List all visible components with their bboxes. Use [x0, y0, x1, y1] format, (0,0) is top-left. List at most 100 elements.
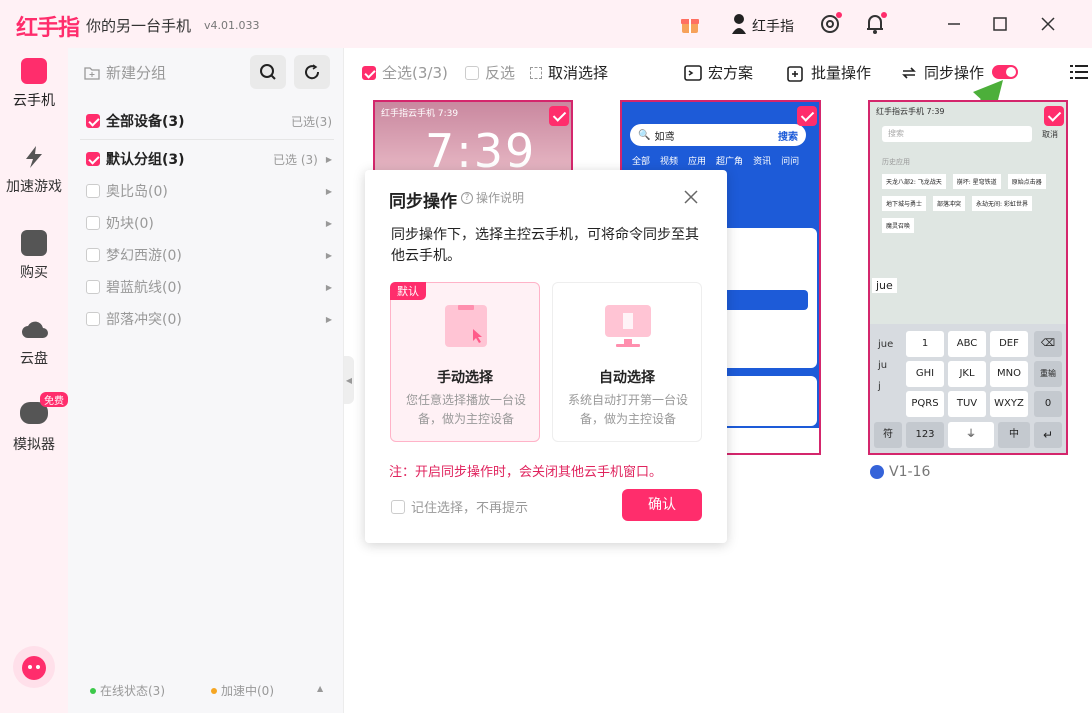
expand-arrow-icon[interactable]: ▶ — [326, 219, 332, 228]
group-row[interactable]: 梦幻西游(0) ▶ — [86, 244, 332, 266]
nav-cloud-phone[interactable]: 云手机 — [0, 58, 68, 110]
minimize-icon[interactable] — [942, 12, 966, 36]
phone-history-label: 历史应用 — [882, 158, 910, 166]
expand-arrow-icon[interactable]: ▶ — [326, 315, 332, 324]
dialog-title: 同步操作 — [389, 192, 457, 212]
expand-arrow-icon[interactable]: ▶ — [326, 155, 332, 164]
nav-cloud-drive[interactable]: 云盘 — [0, 316, 68, 368]
phone-chip: 永劫无间: 彩虹世界 — [972, 196, 1032, 211]
group-checkbox[interactable] — [86, 312, 100, 326]
online-status[interactable]: 在线状态(3) — [90, 682, 165, 699]
new-group-label: 新建分组 — [106, 64, 167, 82]
group-checkbox[interactable] — [86, 248, 100, 262]
phone-tab: 资讯 — [753, 157, 772, 167]
search-icon — [260, 64, 276, 80]
user-avatar-icon[interactable] — [727, 12, 751, 36]
settings-icon[interactable] — [818, 12, 842, 36]
group-checkbox[interactable] — [86, 184, 100, 198]
folder-plus-icon — [84, 66, 100, 80]
batch-label: 批量操作 — [811, 64, 872, 82]
lock-screen-time: 7:39 — [425, 124, 537, 175]
group-row[interactable]: 奥比岛(0) ▶ — [86, 180, 332, 202]
accelerating-status[interactable]: 加速中(0) — [211, 682, 274, 699]
maximize-icon[interactable] — [988, 12, 1012, 36]
expand-arrow-icon[interactable]: ▶ — [326, 283, 332, 292]
phone-check-icon[interactable] — [797, 106, 817, 126]
group-row[interactable]: 奶块(0) ▶ — [86, 212, 332, 234]
phone-tabs: 全部 视频 应用 超广角 资讯 问问 — [632, 154, 799, 167]
macro-label: 宏方案 — [708, 64, 754, 82]
key: 1 — [906, 331, 944, 357]
manual-select-option[interactable]: 默认 手动选择 您任意选择播放一台设备，做为主控设备 — [390, 282, 540, 442]
all-devices-checkbox[interactable] — [86, 114, 100, 128]
select-all-box — [362, 65, 376, 80]
ime-candidate: jue — [878, 339, 894, 350]
phone-card-3[interactable]: 红手指云手机 7:39 搜索 取消 历史应用 天龙八部2: 飞龙战天 崩坏: 星… — [868, 100, 1068, 455]
ime-candidate: j — [878, 381, 881, 392]
collapse-up-icon[interactable]: ▲ — [317, 684, 323, 693]
confirm-button[interactable]: 确认 — [622, 489, 702, 521]
app-logo: 红手指 — [16, 16, 80, 41]
group-row[interactable]: 碧蓝航线(0) ▶ — [86, 276, 332, 298]
help-icon: ? — [461, 191, 473, 204]
nav-buy[interactable]: 购买 — [0, 230, 68, 282]
cancel-selection[interactable]: 取消选择 — [530, 62, 608, 83]
group-label: 碧蓝航线(0) — [106, 280, 182, 296]
key: 123 — [906, 422, 944, 448]
option-title: 自动选择 — [599, 370, 655, 386]
bell-icon[interactable] — [863, 12, 887, 36]
refresh-button[interactable] — [294, 55, 330, 89]
phone-tab: 视频 — [660, 157, 679, 167]
group-checkbox[interactable] — [86, 216, 100, 230]
group-label: 默认分组(3) — [106, 152, 185, 168]
phone-ime-candidates: jue ju j — [878, 334, 893, 397]
group-label: 梦幻西游(0) — [106, 248, 182, 264]
phone-card-1[interactable]: 红手指云手机 7:39 7:39 — [373, 100, 573, 175]
cloud-drive-icon — [21, 316, 48, 342]
free-badge: 免费 — [40, 392, 68, 407]
enter-key-icon: ↵ — [1034, 422, 1062, 448]
username[interactable]: 红手指 — [752, 16, 794, 36]
macro-button[interactable]: 宏方案 — [684, 62, 753, 83]
phone-check-icon[interactable] — [549, 106, 569, 126]
phone-check-icon[interactable] — [1044, 106, 1064, 126]
help-link[interactable]: ? 操作说明 — [461, 189, 524, 206]
new-group-button[interactable]: 新建分组 — [84, 62, 166, 83]
phone-chip: 地下城与勇士 — [882, 196, 927, 211]
phone-name: V1-16 — [889, 464, 931, 480]
group-row-all-devices[interactable]: 全部设备(3) 已选(3) — [86, 110, 332, 132]
phone-3-label[interactable]: V1-16 — [870, 464, 930, 480]
group-checkbox[interactable] — [86, 280, 100, 294]
close-icon[interactable] — [1036, 12, 1060, 36]
terminal-icon — [684, 64, 702, 81]
key: 0 — [1034, 391, 1062, 417]
remember-choice-checkbox[interactable]: 记住选择，不再提示 — [391, 497, 528, 516]
mascot-icon[interactable] — [13, 646, 55, 688]
collapse-panel-handle[interactable]: ◀ — [344, 356, 354, 404]
batch-operation-button[interactable]: 批量操作 — [787, 62, 871, 83]
group-row[interactable]: 部落冲突(0) ▶ — [86, 308, 332, 330]
phone-chip: 崩坏: 星穹铁道 — [952, 174, 1001, 189]
nav-label: 模拟器 — [13, 437, 55, 453]
cancel-selection-label: 取消选择 — [548, 64, 609, 82]
dialog-description: 同步操作下，选择主控云手机，可将命令同步至其他云手机。 — [391, 227, 699, 264]
list-menu-icon[interactable] — [1070, 64, 1088, 84]
gift-icon[interactable] — [678, 12, 702, 36]
android-device-icon — [870, 465, 884, 479]
nav-accelerate-game[interactable]: 加速游戏 — [0, 144, 68, 196]
expand-arrow-icon[interactable]: ▶ — [326, 251, 332, 260]
phone-ime-input: jue — [872, 278, 897, 293]
select-all-checkbox[interactable]: 全选(3/3) — [362, 62, 448, 83]
phone-search-box: 搜索 — [882, 126, 1032, 142]
key: 中 — [998, 422, 1030, 448]
default-group-checkbox[interactable] — [86, 152, 100, 166]
group-row-default[interactable]: 默认分组(3) 已选 (3) ▶ — [86, 148, 332, 170]
nav-emulator[interactable]: 模拟器 免费 — [0, 392, 68, 454]
invert-selection[interactable]: 反选 — [465, 62, 515, 83]
sync-toggle[interactable] — [992, 65, 1018, 79]
auto-select-option[interactable]: 自动选择 系统自动打开第一台设备，做为主控设备 — [552, 282, 702, 442]
search-button[interactable] — [250, 55, 286, 89]
expand-arrow-icon[interactable]: ▶ — [326, 187, 332, 196]
dialog-close-icon[interactable] — [683, 189, 699, 209]
divider — [80, 139, 334, 140]
